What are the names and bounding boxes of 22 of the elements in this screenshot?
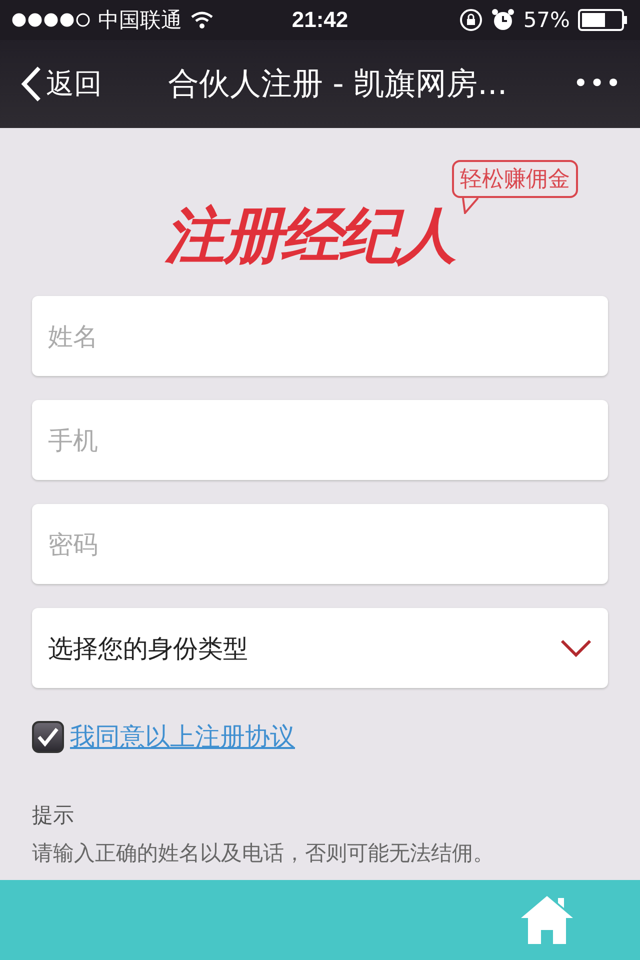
banner-title: 注册经纪人 — [165, 206, 455, 266]
hint-title: 提示 — [32, 802, 75, 829]
back-button[interactable]: 返回 — [20, 65, 102, 103]
page-title: 合伙人注册 - 凯旗网房... — [166, 65, 508, 104]
battery-icon — [578, 9, 628, 31]
wifi-icon — [190, 11, 214, 29]
signal-icon — [12, 13, 90, 27]
chevron-left-icon — [20, 66, 42, 102]
input-field[interactable]: 密码 — [32, 504, 608, 584]
rotation-lock-icon — [459, 8, 484, 32]
battery-percent: 57% — [523, 8, 570, 32]
input-field[interactable]: 姓名 — [32, 296, 608, 376]
identity-select[interactable]: 选择您的身份类型 — [32, 608, 608, 688]
more-button[interactable]: ••• — [572, 69, 622, 99]
carrier-name: 中国联通 — [98, 7, 182, 34]
hint-text: 请输入正确的姓名以及电话，否则可能无法结佣。 — [32, 840, 495, 867]
chevron-down-icon — [560, 639, 592, 657]
speech-bubble: 轻松赚佣金 — [452, 160, 578, 198]
alarm-icon — [491, 8, 516, 32]
clock-time: 21:42 — [292, 7, 348, 33]
input-field[interactable]: 手机 — [32, 400, 608, 480]
agree-checkbox[interactable] — [32, 720, 64, 752]
